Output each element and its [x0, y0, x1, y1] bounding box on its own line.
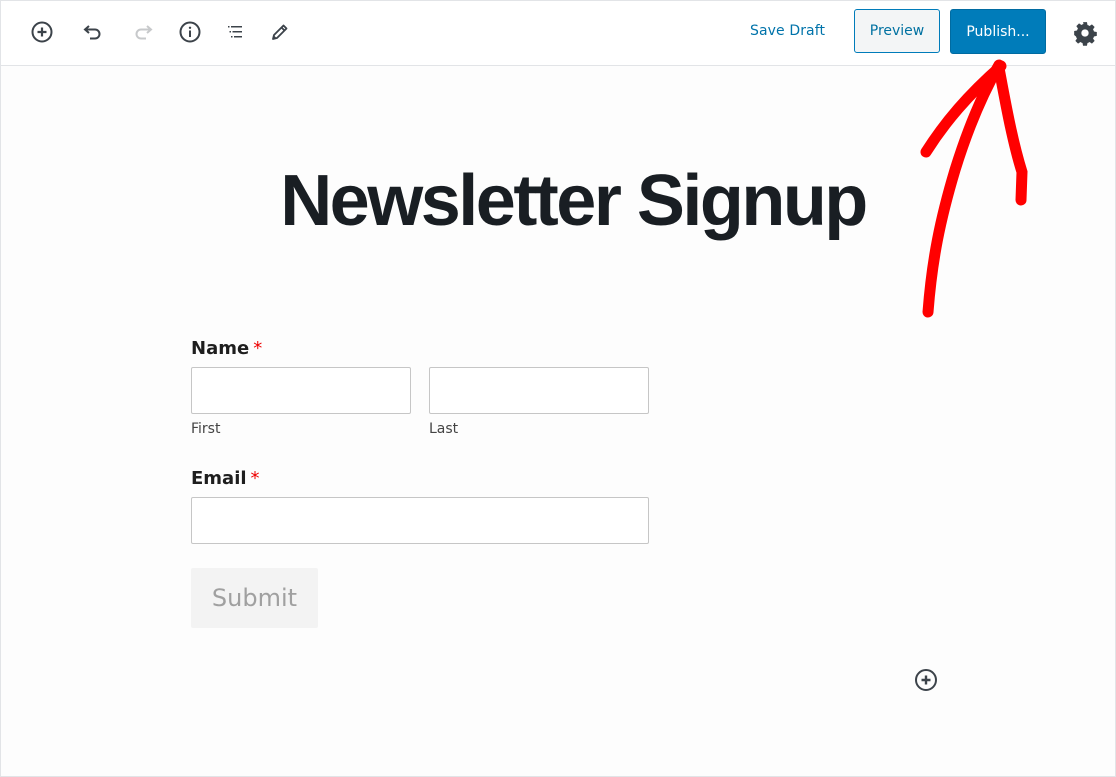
save-draft-button[interactable]: Save Draft — [750, 23, 825, 39]
email-label-text: Email — [191, 468, 247, 489]
redo-icon — [130, 19, 156, 45]
info-icon[interactable] — [177, 19, 203, 45]
last-name-sublabel: Last — [429, 421, 459, 437]
block-navigation-icon[interactable] — [222, 19, 248, 45]
first-name-input[interactable] — [191, 367, 411, 414]
preview-button[interactable]: Preview — [854, 9, 940, 53]
publish-button[interactable]: Publish... — [950, 9, 1046, 54]
last-name-input[interactable] — [429, 367, 649, 414]
add-block-icon[interactable] — [29, 19, 55, 45]
name-label-text: Name — [191, 338, 250, 359]
required-marker: * — [253, 338, 263, 359]
undo-icon[interactable] — [80, 19, 106, 45]
page-title[interactable]: Newsletter Signup — [0, 160, 1116, 242]
first-name-sublabel: First — [191, 421, 221, 437]
email-field-label: Email * — [191, 468, 260, 489]
pencil-icon[interactable] — [267, 19, 293, 45]
email-input[interactable] — [191, 497, 649, 544]
required-marker: * — [250, 468, 260, 489]
gear-icon[interactable] — [1072, 20, 1098, 46]
name-field-label: Name * — [191, 338, 262, 359]
add-block-icon[interactable] — [914, 668, 938, 692]
editor-toolbar: Save Draft Preview Publish... — [1, 1, 1115, 66]
submit-button[interactable]: Submit — [191, 568, 318, 628]
